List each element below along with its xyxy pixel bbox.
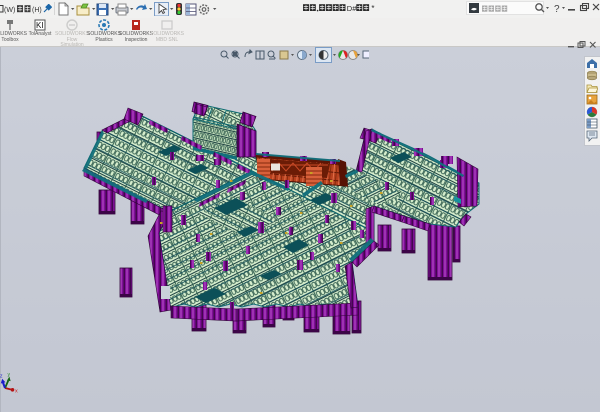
svg-text:x: x — [15, 389, 18, 395]
svg-text:y: y — [8, 372, 11, 378]
svg-text:z: z — [0, 374, 3, 380]
